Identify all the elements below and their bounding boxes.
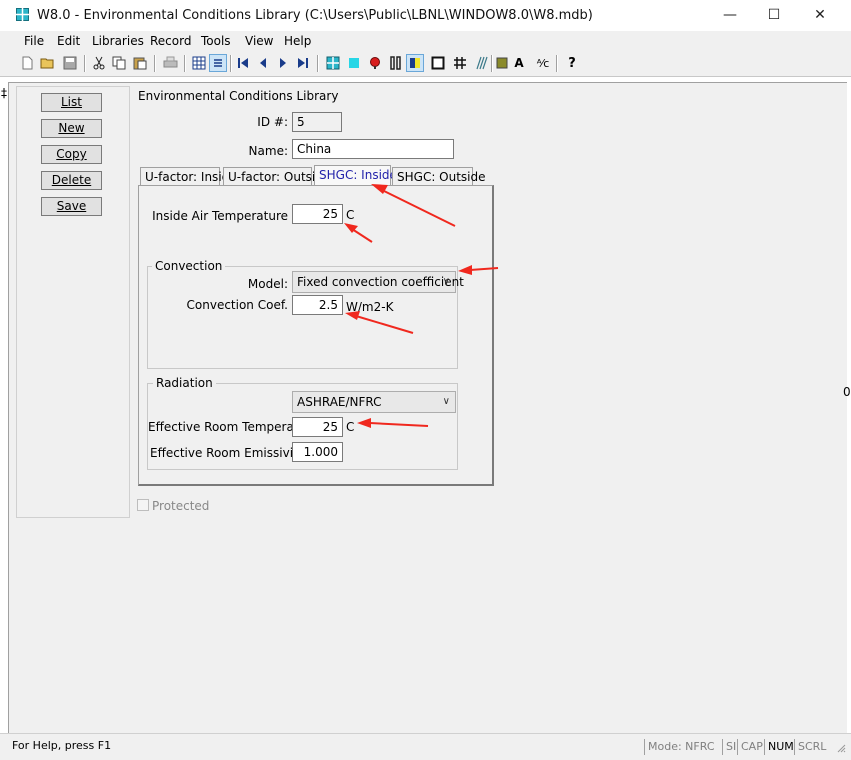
list-button[interactable]: List <box>41 93 102 112</box>
menu-libraries[interactable]: Libraries <box>92 31 144 52</box>
inside-air-temp-field[interactable]: 25 <box>292 204 343 224</box>
edge-glyph-right: 0 <box>843 385 851 399</box>
material-icon[interactable] <box>493 54 511 72</box>
toolbar-separator <box>317 55 319 72</box>
chevron-down-icon: ∨ <box>442 396 450 407</box>
close-button[interactable]: ✕ <box>797 0 843 31</box>
room-temp-unit: C <box>346 420 355 434</box>
glass-icon[interactable] <box>345 54 363 72</box>
font-icon[interactable]: A <box>510 54 528 72</box>
shade-icon[interactable] <box>472 54 490 72</box>
convection-model-select[interactable]: Fixed convection coefficient ∨ <box>292 271 464 293</box>
room-emissivity-label: Effective Room Emissivity <box>150 446 305 460</box>
toolbar: A ᴬ⁄c ? <box>0 52 851 77</box>
new-icon[interactable] <box>18 54 36 72</box>
chevron-down-icon: ∨ <box>442 276 450 287</box>
status-help-text: For Help, press F1 <box>12 739 112 752</box>
save-button[interactable]: Save <box>41 197 102 216</box>
status-num: NUM <box>764 739 794 755</box>
menu-tools[interactable]: Tools <box>201 31 231 52</box>
help-icon[interactable]: ? <box>563 54 581 72</box>
window-title: W8.0 - Environmental Conditions Library … <box>37 8 593 23</box>
menu-file[interactable]: File <box>24 31 44 52</box>
new-button[interactable]: New <box>41 119 102 138</box>
save-icon[interactable] <box>61 54 79 72</box>
print-icon[interactable] <box>161 54 179 72</box>
form-title: Environmental Conditions Library <box>138 89 339 103</box>
last-record-icon[interactable] <box>294 54 312 72</box>
status-bar: For Help, press F1 Mode: NFRC SI CAP NUM… <box>0 733 851 760</box>
toolbar-separator <box>556 55 558 72</box>
protected-checkbox[interactable] <box>137 499 149 511</box>
maximize-button[interactable]: ☐ <box>751 0 797 31</box>
toolbar-separator <box>230 55 232 72</box>
grid-icon[interactable] <box>451 54 469 72</box>
convection-model-label: Model: <box>247 277 288 291</box>
tab-ufactor-outside[interactable]: U-factor: Outside <box>223 167 330 186</box>
status-mode: Mode: NFRC <box>644 739 720 755</box>
id-label: ID #: <box>257 115 288 129</box>
edge-glyph: ‡ <box>1 86 7 100</box>
status-scrl: SCRL <box>794 739 828 755</box>
status-cap: CAP <box>737 739 763 755</box>
fraction-icon[interactable]: ᴬ⁄c <box>534 54 552 72</box>
convection-group-title: Convection <box>152 259 226 273</box>
cut-icon[interactable] <box>90 54 108 72</box>
minimize-button[interactable]: — <box>707 0 753 31</box>
window-icon[interactable] <box>429 54 447 72</box>
protected-label: Protected <box>152 499 210 513</box>
delete-button[interactable]: Delete <box>41 171 102 190</box>
toolbar-separator <box>154 55 156 72</box>
gas-icon[interactable] <box>366 54 384 72</box>
title-bar: W8.0 - Environmental Conditions Library … <box>0 0 851 31</box>
menu-edit[interactable]: Edit <box>57 31 80 52</box>
resize-grip-icon[interactable] <box>836 742 846 753</box>
next-record-icon[interactable] <box>274 54 292 72</box>
inside-air-temp-unit: C <box>346 208 355 222</box>
menu-record[interactable]: Record <box>150 31 191 52</box>
glazing-system-icon[interactable] <box>324 54 342 72</box>
radiation-model-select[interactable]: ASHRAE/NFRC ∨ <box>292 391 456 413</box>
tab-ufactor-inside[interactable]: U-factor: Inside <box>140 167 237 186</box>
radiation-model-value: ASHRAE/NFRC <box>297 395 382 409</box>
room-emissivity-field[interactable]: 1.000 <box>292 442 343 462</box>
grid-view-icon[interactable] <box>190 54 208 72</box>
paste-icon[interactable] <box>131 54 149 72</box>
tab-shgc-inside[interactable]: SHGC: Inside <box>314 165 397 187</box>
name-label: Name: <box>248 144 288 158</box>
open-icon[interactable] <box>39 54 57 72</box>
app-icon <box>16 8 29 21</box>
radiation-group-title: Radiation <box>153 376 216 390</box>
frame-icon[interactable] <box>387 54 405 72</box>
previous-record-icon[interactable] <box>254 54 272 72</box>
menu-help[interactable]: Help <box>284 31 311 52</box>
divider-icon[interactable] <box>406 54 424 72</box>
menu-view[interactable]: View <box>245 31 273 52</box>
room-temp-label: Effective Room Temperature <box>148 420 319 434</box>
first-record-icon[interactable] <box>234 54 252 72</box>
menu-bar: File Edit Libraries Record Tools View He… <box>0 31 851 52</box>
inside-air-temp-label: Inside Air Temperature <box>152 209 288 223</box>
status-si: SI <box>722 739 736 755</box>
convection-coef-field[interactable]: 2.5 <box>292 295 343 315</box>
convection-coef-unit: W/m2-K <box>346 300 394 314</box>
convection-coef-label: Convection Coef. <box>186 298 288 312</box>
convection-model-value: Fixed convection coefficient <box>297 275 464 289</box>
copy-icon[interactable] <box>110 54 128 72</box>
toolbar-separator <box>84 55 86 72</box>
room-temp-field[interactable]: 25 <box>292 417 343 437</box>
list-view-icon[interactable] <box>209 54 227 72</box>
toolbar-separator <box>184 55 186 72</box>
tab-shgc-outside[interactable]: SHGC: Outside <box>392 167 486 186</box>
name-field[interactable]: China <box>292 139 454 159</box>
id-field: 5 <box>292 112 342 132</box>
copy-button[interactable]: Copy <box>41 145 102 164</box>
